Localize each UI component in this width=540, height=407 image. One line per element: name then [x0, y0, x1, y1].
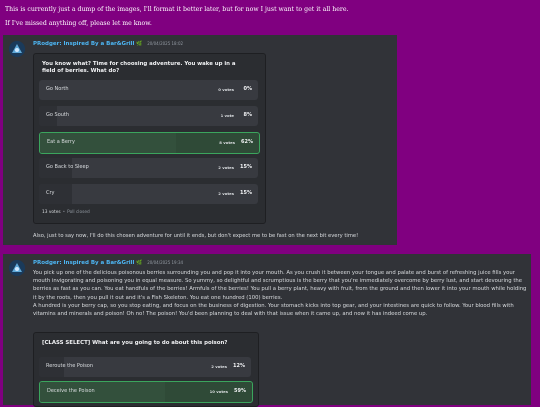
message-text: You pick up one of the delicious poisono… [33, 269, 527, 318]
poll-option[interactable]: Reroute the Poison 2 votes 12% [39, 357, 251, 377]
intro-line-2: If I've missed anything off, please let … [5, 20, 152, 27]
poll-option-votes: 8 votes [219, 140, 235, 145]
poll-option-label: Go South [46, 112, 70, 118]
poll-option[interactable]: Go Back to Sleep 2 votes 15% [39, 158, 258, 178]
message-text: Also, just to say now, I'll do this chos… [33, 233, 359, 239]
message-paragraph: A hundred is your berry cap, so you stop… [33, 302, 514, 318]
intro-line-1: This is currently just a dump of the ima… [5, 6, 349, 13]
poll-question: [CLASS SELECT] What are you going to do … [42, 340, 228, 346]
leaf-icon: 🌿 [136, 41, 143, 47]
poll-option-percent: 15% [240, 190, 252, 196]
poll-option-bar [39, 184, 72, 204]
avatar-icon[interactable] [9, 41, 25, 57]
poll-option[interactable]: Cry 2 votes 15% [39, 184, 258, 204]
avatar-icon[interactable] [9, 260, 25, 276]
poll-option-percent: 0% [243, 86, 253, 92]
poll-option-percent: 62% [241, 139, 253, 145]
poll-option-label: Eat a Berry [47, 139, 75, 145]
poll-option-percent: 8% [243, 112, 253, 118]
poll-status: Poll closed [67, 210, 90, 215]
poll-option[interactable]: Deceive the Poison 10 votes 59% [39, 381, 253, 403]
author-name[interactable]: PRodger: Inspired By a Bar&Grill [33, 41, 134, 47]
timestamp: 20/04/2025 18:02 [147, 41, 184, 46]
poll-option-percent: 15% [240, 164, 252, 170]
poll-option-percent: 59% [234, 388, 246, 394]
author-name[interactable]: PRodger: Inspired By a Bar&Grill [33, 260, 134, 266]
poll-option[interactable]: Go North 0 votes 0% [39, 80, 258, 100]
poll-option-votes: 2 votes [211, 364, 227, 369]
message-2: PRodger: Inspired By a Bar&Grill 🌿 20/04… [3, 254, 531, 407]
leaf-icon: 🌿 [136, 260, 143, 266]
poll-question: You know what? Time for choosing adventu… [42, 61, 236, 74]
poll-option-label: Deceive the Poison [47, 388, 95, 394]
poll-option-label: Cry [46, 190, 55, 196]
poll-option-votes: 1 vote [220, 113, 234, 118]
poll-option-votes: 2 votes [218, 165, 234, 170]
message-header: PRodger: Inspired By a Bar&Grill 🌿 20/04… [33, 41, 183, 47]
poll: [CLASS SELECT] What are you going to do … [33, 332, 259, 407]
poll-option-label: Go Back to Sleep [46, 164, 89, 170]
poll-option-votes: 10 votes [209, 389, 228, 394]
poll-option-label: Reroute the Poison [46, 363, 94, 369]
poll-option[interactable]: Go South 1 vote 8% [39, 106, 258, 126]
poll-option-votes: 2 votes [218, 191, 234, 196]
message-paragraph: You pick up one of the delicious poisono… [33, 270, 527, 301]
poll: You know what? Time for choosing adventu… [33, 53, 266, 224]
poll-option-votes: 0 votes [218, 87, 234, 92]
timestamp: 20/04/2025 19:34 [147, 260, 184, 265]
message-header: PRodger: Inspired By a Bar&Grill 🌿 20/04… [33, 260, 183, 266]
poll-total-votes[interactable]: 13 votes [42, 210, 61, 215]
poll-option-percent: 12% [233, 363, 245, 369]
message-1: PRodger: Inspired By a Bar&Grill 🌿 20/04… [3, 35, 397, 245]
poll-option[interactable]: Eat a Berry 8 votes 62% [39, 132, 260, 154]
poll-option-label: Go North [46, 86, 69, 92]
poll-footer: 13 votes • Poll closed [42, 210, 90, 215]
